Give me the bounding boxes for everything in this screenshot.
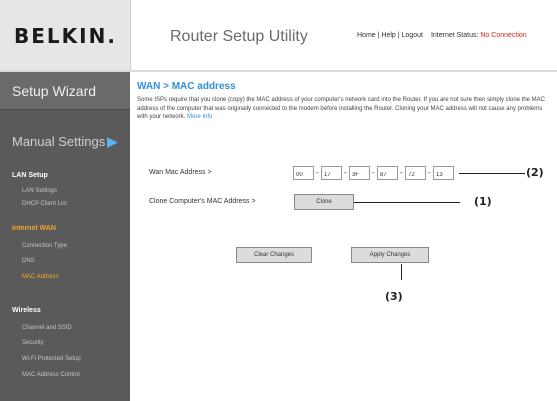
sidebar-section-internet-wan[interactable]: Internet WAN — [12, 225, 56, 232]
manual-settings-heading[interactable]: Manual Settings ▶ — [12, 134, 117, 150]
sidebar-item-wps[interactable]: Wi-Fi Protected Setup — [22, 356, 81, 362]
mac-octet-field-6[interactable] — [433, 166, 454, 180]
mac-separator: - — [428, 168, 431, 177]
callout-line-apply — [401, 264, 402, 280]
sidebar-item-lan-settings[interactable]: LAN Settings — [22, 188, 57, 194]
callout-line-mac — [459, 173, 525, 174]
sidebar-item-mac-address-control[interactable]: MAC Address Control — [22, 372, 80, 378]
top-links: Home | Help | Logout Internet Status: No… — [357, 32, 527, 39]
callout-line-clone — [354, 202, 460, 203]
sidebar-item-security[interactable]: Security — [22, 340, 44, 346]
main-content: WAN > MAC address Some ISPs require that… — [131, 72, 557, 401]
internet-status-value: No Connection — [480, 32, 527, 39]
callout-label-apply: (3) — [385, 290, 403, 303]
logout-link[interactable]: Logout — [402, 32, 423, 39]
mac-octet-field-4[interactable] — [377, 166, 398, 180]
belkin-logo: BELKIN. — [14, 24, 117, 48]
link-separator: | — [397, 32, 400, 39]
sidebar-section-lan-setup[interactable]: LAN Setup — [12, 172, 48, 179]
sidebar: Setup Wizard Manual Settings ▶ LAN Setup … — [0, 72, 130, 401]
mac-octet-field-5[interactable] — [405, 166, 426, 180]
apply-changes-button[interactable]: Apply Changes — [351, 247, 429, 263]
sidebar-item-connection-type[interactable]: Connection Type — [22, 243, 67, 249]
mac-separator: - — [372, 168, 375, 177]
sidebar-item-dns[interactable]: DNS — [22, 258, 35, 264]
mac-separator: - — [400, 168, 403, 177]
header: BELKIN. Router Setup Utility Home | Help… — [0, 0, 557, 70]
page-description: Some ISPs require that you clone (copy) … — [137, 96, 549, 122]
setup-wizard-button[interactable]: Setup Wizard — [0, 72, 130, 110]
app-title: Router Setup Utility — [170, 28, 308, 45]
status-label: Internet Status: — [430, 32, 479, 39]
header-divider — [130, 0, 131, 70]
clear-changes-button[interactable]: Clear Changes — [236, 247, 312, 263]
callout-label-clone: (1) — [474, 195, 492, 208]
sidebar-item-dhcp-client-list[interactable]: DHCP Client List — [22, 201, 67, 207]
arrow-right-icon: ▶ — [107, 134, 118, 149]
sidebar-item-mac-address[interactable]: MAC Address — [22, 274, 59, 280]
page-title: WAN > MAC address — [137, 81, 236, 92]
setup-wizard-label: Setup Wizard — [12, 83, 97, 99]
mac-octet-field-1[interactable] — [293, 166, 314, 180]
home-link[interactable]: Home — [357, 32, 376, 39]
sidebar-section-wireless[interactable]: Wireless — [12, 307, 41, 314]
help-link[interactable]: Help — [381, 32, 395, 39]
mac-octet-field-3[interactable] — [349, 166, 370, 180]
logo-area: BELKIN. — [0, 0, 130, 70]
sidebar-item-channel-ssid[interactable]: Channel and SSID — [22, 325, 72, 331]
clone-button[interactable]: Clone — [294, 194, 354, 210]
mac-separator: - — [316, 168, 319, 177]
manual-settings-label: Manual Settings — [12, 134, 106, 149]
wan-mac-address-label: Wan Mac Address > — [149, 169, 212, 176]
callout-label-mac-fields: (2) — [526, 166, 544, 179]
more-info-link[interactable]: More Info — [187, 114, 212, 120]
mac-octet-field-2[interactable] — [321, 166, 342, 180]
mac-separator: - — [344, 168, 347, 177]
clone-mac-label: Clone Computer's MAC Address > — [149, 198, 256, 205]
link-separator: | — [377, 32, 380, 39]
